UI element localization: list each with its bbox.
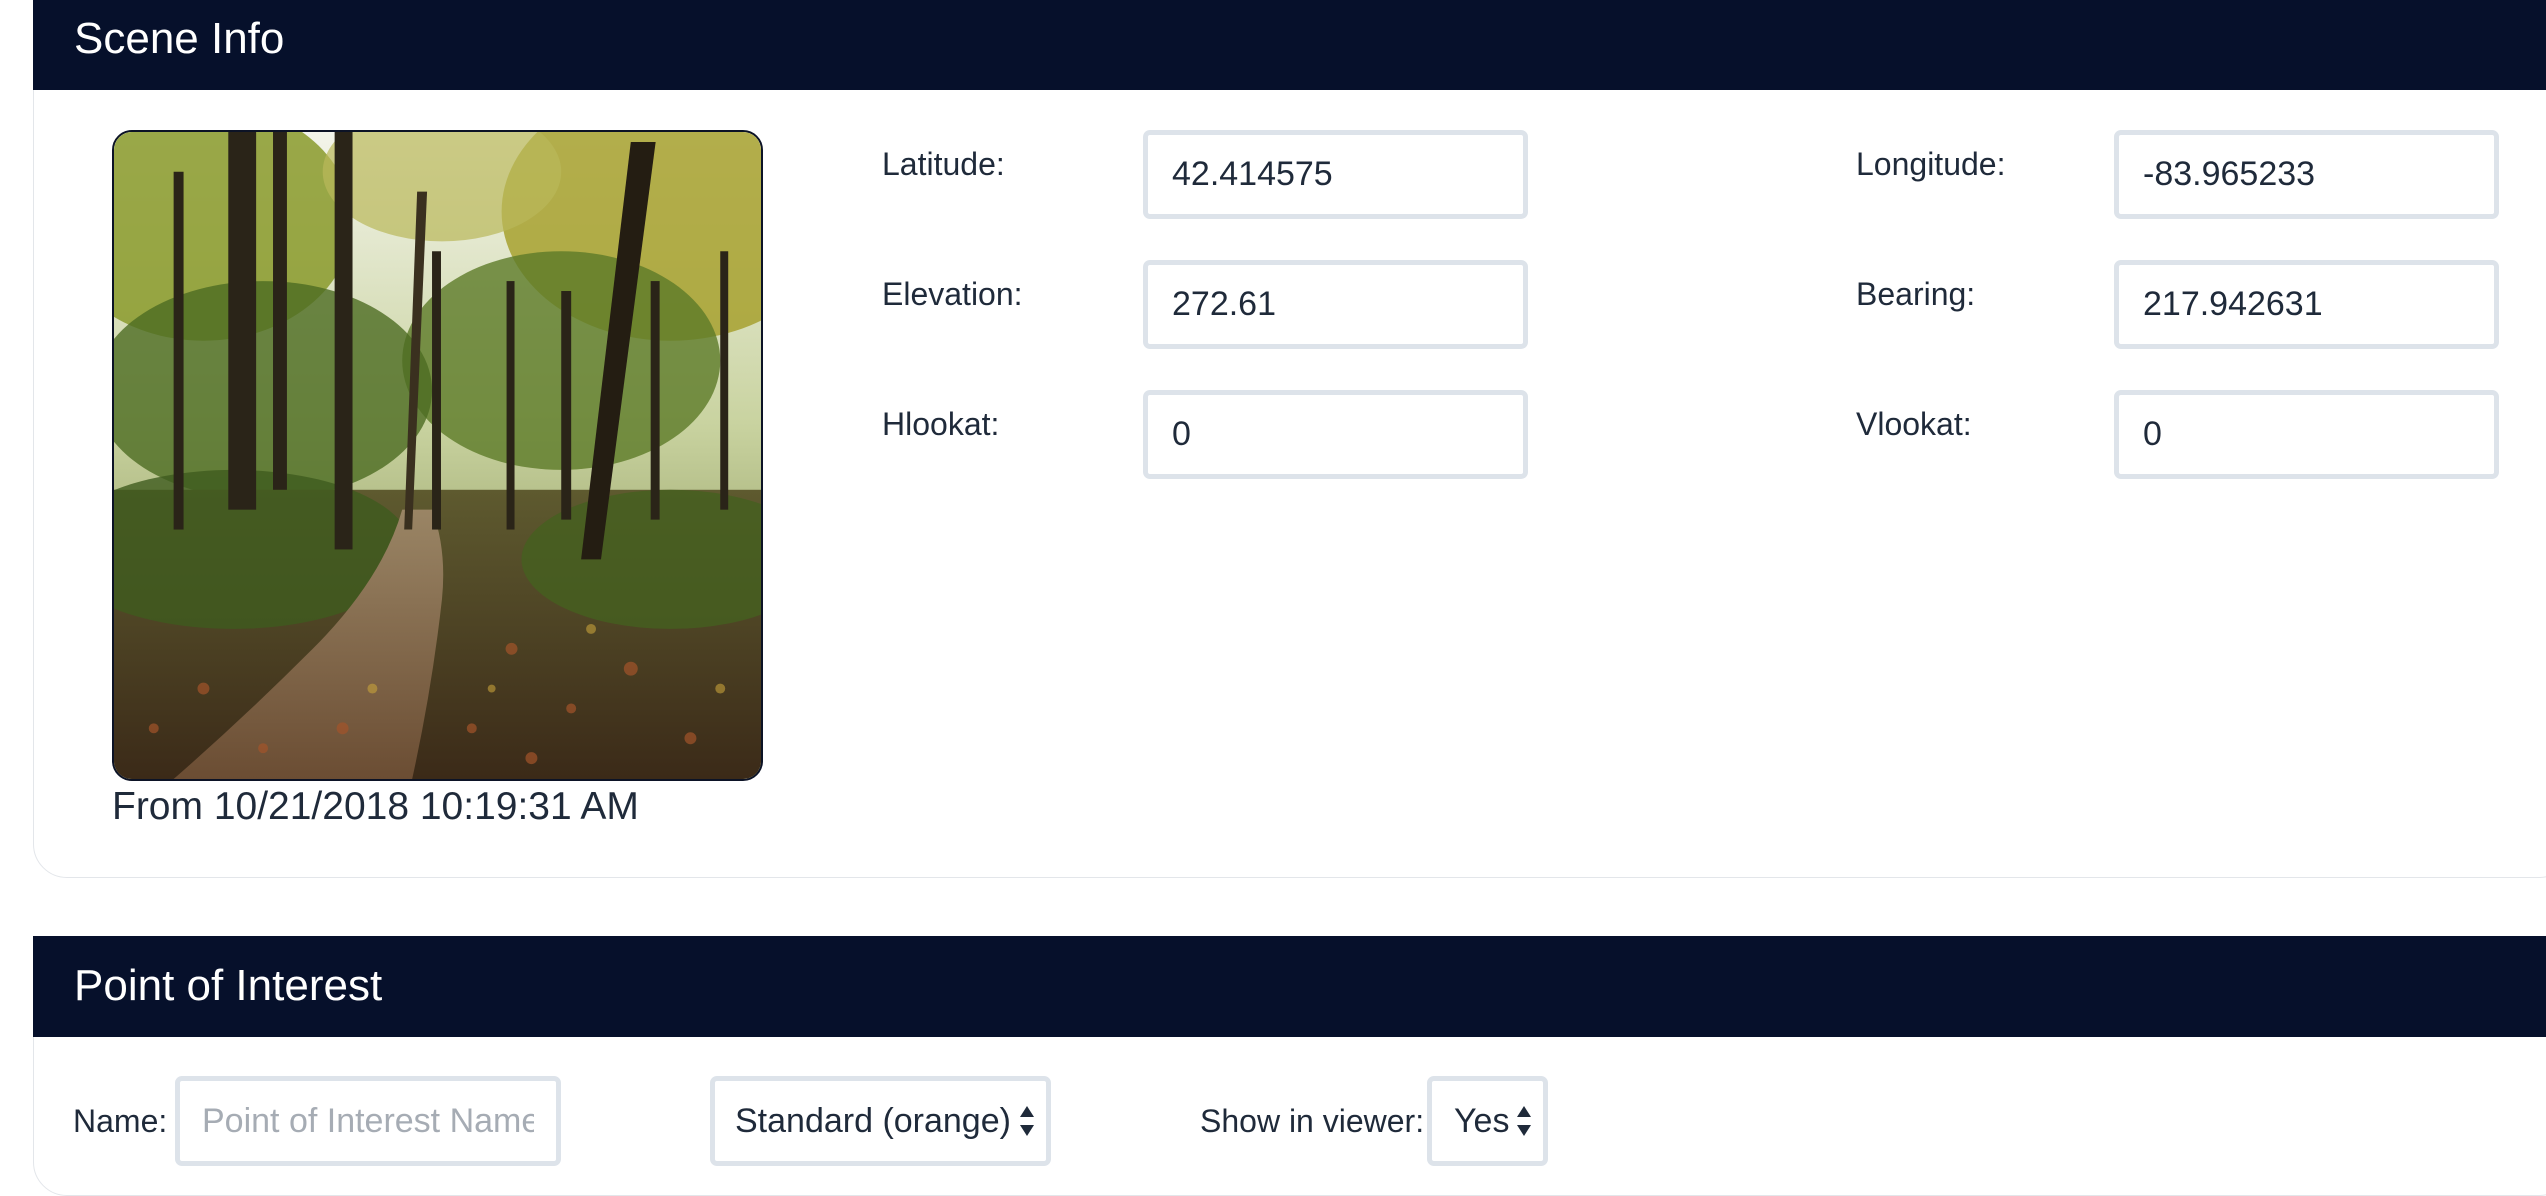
longitude-input[interactable] <box>2114 130 2499 219</box>
vlookat-label: Vlookat: <box>1856 406 1972 442</box>
elevation-input[interactable] <box>1143 260 1528 349</box>
show-in-viewer-label: Show in viewer: <box>1200 1103 1425 1139</box>
vlookat-input[interactable] <box>2114 390 2499 479</box>
bearing-label: Bearing: <box>1856 276 1976 312</box>
select-arrows-icon <box>1517 1106 1531 1136</box>
hlookat-label: Hlookat: <box>882 406 1000 442</box>
longitude-label: Longitude: <box>1856 146 2006 182</box>
poi-style-select[interactable]: Standard (orange) <box>710 1076 1051 1166</box>
elevation-label: Elevation: <box>882 276 1023 312</box>
poi-style-selected-value: Standard (orange) <box>735 1101 1011 1140</box>
latitude-label: Latitude: <box>882 146 1005 182</box>
show-in-viewer-select[interactable]: Yes <box>1427 1076 1548 1166</box>
poi-name-label: Name: <box>73 1103 168 1139</box>
scene-date-caption: From 10/21/2018 10:19:31 AM <box>112 785 639 828</box>
scene-info-header: Scene Info <box>33 0 2546 90</box>
latitude-input[interactable] <box>1143 130 1528 219</box>
show-in-viewer-selected-value: Yes <box>1454 1101 1510 1140</box>
hlookat-input[interactable] <box>1143 390 1528 479</box>
select-arrows-icon <box>1020 1106 1034 1136</box>
poi-name-input[interactable] <box>175 1076 561 1166</box>
bearing-input[interactable] <box>2114 260 2499 349</box>
point-of-interest-header: Point of Interest <box>33 936 2546 1037</box>
scene-thumbnail-image <box>112 130 763 781</box>
